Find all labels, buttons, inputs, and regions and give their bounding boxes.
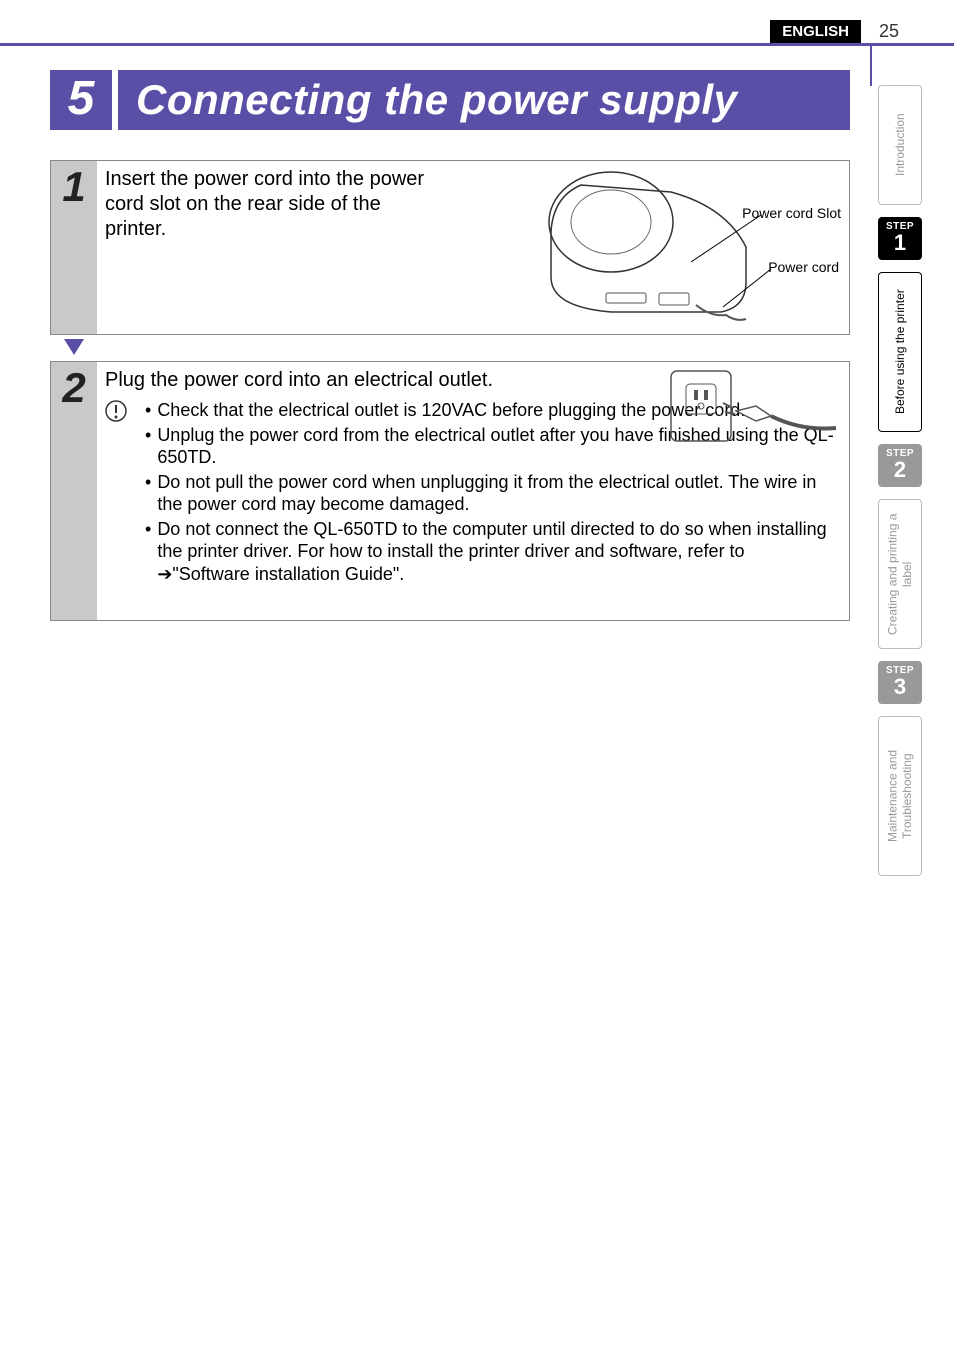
- step-number: 1: [62, 163, 85, 211]
- tab-creating[interactable]: Creating and printing a label: [878, 499, 922, 649]
- callout-slot: Power cord Slot: [742, 205, 841, 223]
- main-content: 5 Connecting the power supply 1 Insert t…: [50, 70, 850, 625]
- header-bar: ENGLISH 25: [0, 20, 954, 46]
- step-number-cell: 1: [51, 161, 97, 334]
- step-number: 2: [62, 364, 85, 412]
- page-number: 25: [879, 21, 899, 42]
- language-badge: ENGLISH: [770, 20, 861, 43]
- section-number: 5: [50, 70, 112, 130]
- tab-introduction[interactable]: Introduction: [878, 85, 922, 205]
- list-item: •Do not pull the power cord when unplugg…: [145, 471, 839, 516]
- step-1-text: Insert the power cord into the power cor…: [105, 167, 435, 242]
- section-title: Connecting the power supply: [118, 70, 850, 130]
- callout-cord: Power cord: [768, 259, 839, 277]
- tab-maintenance[interactable]: Maintenance and Troubleshooting: [878, 716, 922, 876]
- divider: [870, 46, 872, 86]
- step-1-block: 1 Insert the power cord into the power c…: [50, 160, 850, 335]
- step-1-body: Insert the power cord into the power cor…: [97, 161, 849, 334]
- step-badge-3[interactable]: STEP 3: [878, 661, 922, 704]
- side-tabs: Introduction STEP 1 Before using the pri…: [878, 85, 922, 876]
- list-item: •Do not connect the QL-650TD to the comp…: [145, 518, 839, 586]
- step-badge-1[interactable]: STEP 1: [878, 217, 922, 260]
- step-2-body: Plug the power cord into an electrical o…: [97, 362, 849, 620]
- step-badge-number: 1: [878, 232, 922, 254]
- step-badge-number: 3: [878, 676, 922, 698]
- section-title-row: 5 Connecting the power supply: [50, 70, 850, 130]
- step-badge-2[interactable]: STEP 2: [878, 444, 922, 487]
- step-badge-number: 2: [878, 459, 922, 481]
- step-2-block: 2 Plug the power cord into an electrical…: [50, 361, 850, 621]
- caution-icon: [105, 400, 127, 422]
- step-2-text: Plug the power cord into an electrical o…: [105, 368, 585, 393]
- tab-before-using[interactable]: Before using the printer: [878, 272, 922, 432]
- down-arrow-icon: [64, 339, 84, 355]
- outlet-figure: [661, 366, 841, 466]
- step-number-cell: 2: [51, 362, 97, 620]
- printer-figure: Power cord Slot Power cord: [511, 167, 841, 327]
